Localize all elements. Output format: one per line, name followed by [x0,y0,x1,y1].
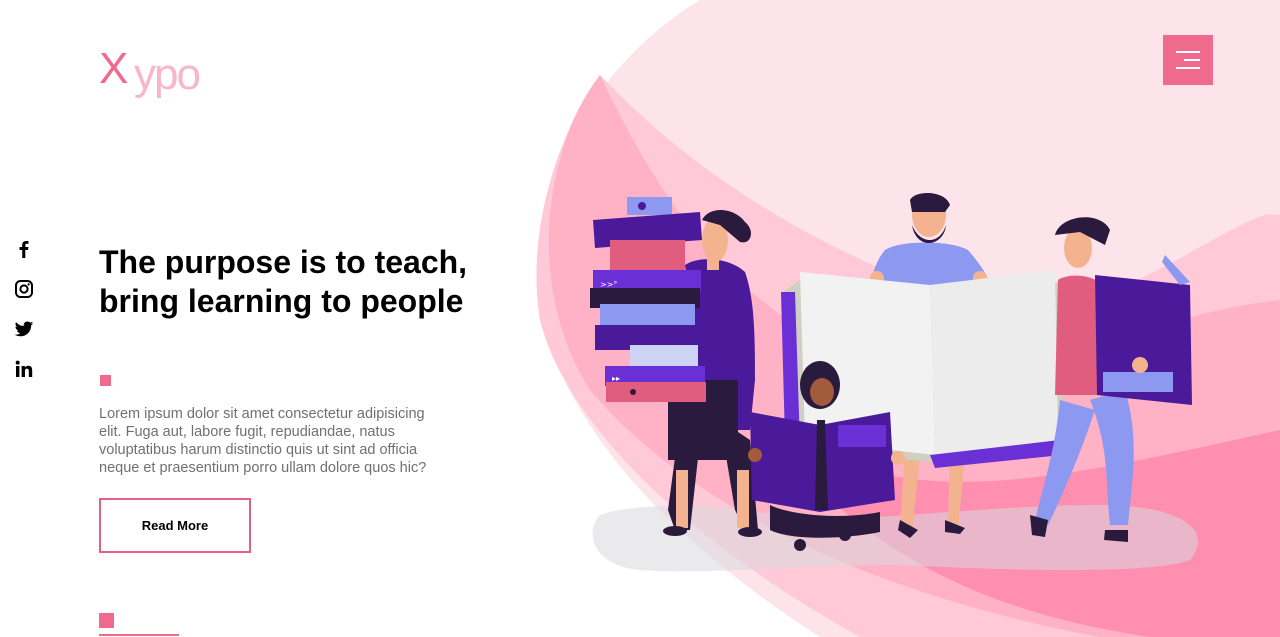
hero-paragraph: Lorem ipsum dolor sit amet consectetur a… [99,406,427,476]
menu-button[interactable] [1163,35,1213,85]
hamburger-line-middle [1184,59,1200,61]
book-spine-text-1: >>° [600,280,617,289]
hamburger-menu-icon [1176,51,1200,53]
logo-letter-x: X [99,44,128,93]
facebook-icon [19,241,29,258]
book-spine-text-2: ▸▸ [612,374,620,383]
accent-underline [99,634,179,636]
logo-rest: ypo [134,50,201,99]
hero-title: The purpose is to teach, bring learning … [99,244,468,319]
read-more-button[interactable]: Read More [99,498,251,553]
linkedin-icon [15,360,33,377]
reading-people-illustration: >>° ▸▸ [590,193,1198,572]
instagram-icon [15,280,33,298]
linkedin-link[interactable] [14,359,34,379]
book-stack: >>° ▸▸ [590,197,706,402]
hamburger-line-bottom [1176,67,1200,69]
facebook-link[interactable] [14,239,34,259]
twitter-link[interactable] [14,319,34,339]
accent-square-bottom [99,613,114,628]
twitter-icon [14,321,34,337]
accent-square [100,375,111,386]
instagram-link[interactable] [14,279,34,299]
